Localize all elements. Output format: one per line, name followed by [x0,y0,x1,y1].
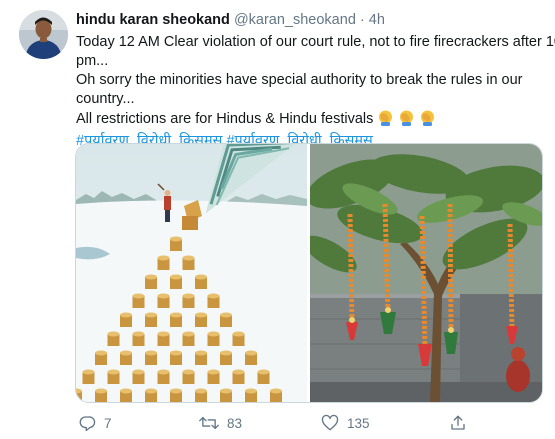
tweet-text-line: country... [76,91,135,107]
share-button[interactable] [449,414,467,432]
author-handle[interactable]: @karan_sheokand [234,12,356,28]
reply-icon [79,416,96,432]
like-button[interactable]: 135 [321,414,370,432]
retweet-button[interactable]: 83 [199,414,242,432]
media-container[interactable] [75,143,543,403]
separator-dot: · [359,12,365,28]
tweet-text: Today 12 AM Clear violation of our court… [76,33,555,151]
facepalm-emoji-icon [421,110,435,126]
avatar[interactable] [19,10,68,59]
tweet-timestamp[interactable]: 4h [369,12,385,28]
author-name[interactable]: hindu karan sheokand [76,12,230,28]
facepalm-emoji-icon [400,110,414,126]
tweet-text-line: Today 12 AM Clear violation of our court… [76,34,555,50]
facepalm-emoji-icon [379,110,393,126]
like-count: 135 [347,415,370,431]
media-image-left[interactable] [76,144,307,402]
media-image-right[interactable] [303,144,542,402]
reply-count: 7 [104,415,112,431]
tweet[interactable]: hindu karan sheokand @karan_sheokand · 4… [0,0,555,439]
reply-button[interactable]: 7 [78,414,112,432]
tweet-text-segment: All restrictions are for Hindus & Hindu … [76,111,374,127]
emoji-group [377,109,440,132]
tweet-actions: 7 83 135 [78,414,548,434]
retweet-icon [199,416,219,430]
tweet-header: hindu karan sheokand @karan_sheokand · 4… [76,12,385,28]
retweet-count: 83 [227,415,243,431]
share-icon [451,415,465,430]
tweet-text-line: pm... [76,53,109,69]
tweet-text-line: Oh sorry the minorities have special aut… [76,72,523,88]
tweet-text-line-with-emoji: All restrictions are for Hindus & Hindu … [76,109,544,132]
heart-icon [321,414,339,431]
